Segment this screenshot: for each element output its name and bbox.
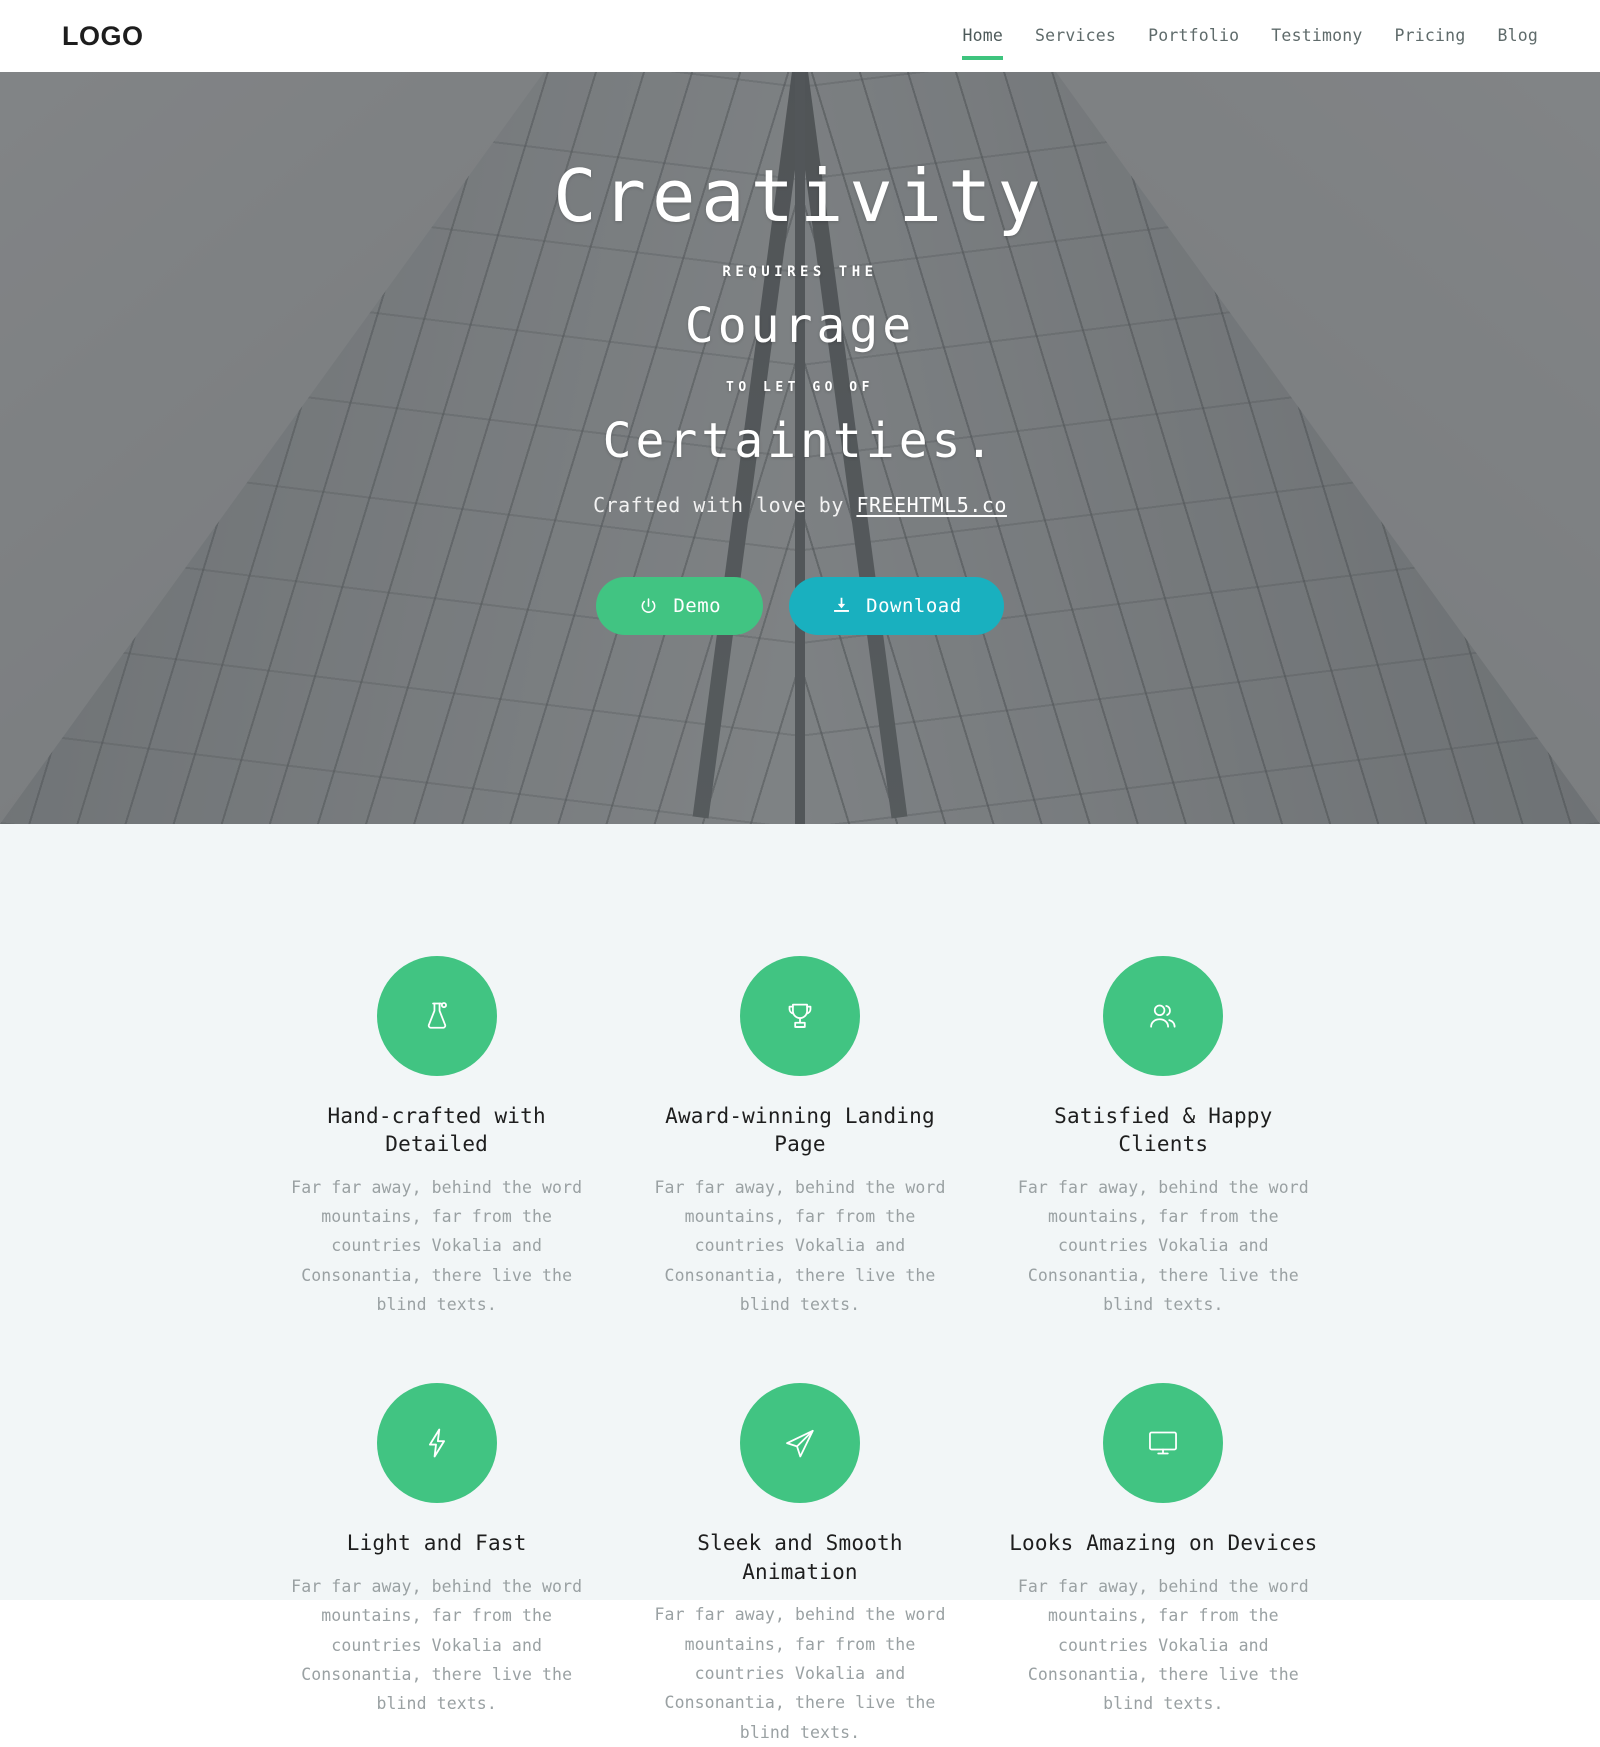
main-navigation: Home Services Portfolio Testimony Pricin… (946, 4, 1538, 69)
power-icon (638, 596, 659, 617)
feature-title: Light and Fast (346, 1531, 527, 1556)
feature-card: Light and Fast Far far away, behind the … (255, 1383, 618, 1746)
hero-headline-tertiary: Certainties. (602, 413, 998, 469)
site-header: LOGO Home Services Portfolio Testimony P… (0, 0, 1600, 72)
demo-button-label: Demo (673, 595, 722, 617)
hero-credit-link[interactable]: FREEHTML5.co (856, 493, 1007, 517)
feature-icon-circle (376, 956, 497, 1076)
feature-title: Sleek and Smooth Animation (697, 1531, 903, 1584)
feature-card: Sleek and Smooth Animation Far far away,… (618, 1383, 981, 1746)
nav-item-portfolio[interactable]: Portfolio (1132, 4, 1255, 69)
hero-cta-group: Demo Download (596, 577, 1004, 635)
feature-icon-circle (739, 956, 860, 1076)
feature-card: Award-winning Landing Page Far far away,… (618, 956, 981, 1319)
feature-text: Far far away, behind the word mountains,… (291, 1177, 583, 1315)
feature-title: Award-winning Landing Page (665, 1104, 935, 1157)
demo-button[interactable]: Demo (596, 577, 764, 635)
feature-icon-circle (376, 1383, 497, 1504)
feature-title: Looks Amazing on Devices (1009, 1531, 1318, 1556)
hero-headline-secondary: Courage (684, 298, 916, 354)
feature-icon-circle (1103, 956, 1224, 1076)
hero-content: Creativity REQUIRES THE Courage TO LET G… (0, 72, 1600, 824)
hero-subline-two: TO LET GO OF (726, 380, 874, 395)
nav-item-home[interactable]: Home (946, 4, 1019, 69)
feature-card: Satisfied & Happy Clients Far far away, … (982, 956, 1345, 1319)
nav-item-testimony[interactable]: Testimony (1255, 4, 1378, 69)
users-icon (1146, 999, 1180, 1033)
feature-text: Far far away, behind the word mountains,… (291, 1576, 583, 1714)
hero-subline-one: REQUIRES THE (722, 264, 878, 280)
feature-text: Far far away, behind the word mountains,… (1017, 1576, 1309, 1714)
feature-card: Looks Amazing on Devices Far far away, b… (982, 1383, 1345, 1746)
feature-text: Far far away, behind the word mountains,… (1017, 1177, 1309, 1315)
hero-headline-primary: Creativity (553, 154, 1047, 238)
hero-section: Creativity REQUIRES THE Courage TO LET G… (0, 72, 1600, 824)
feature-card: Hand-crafted with Detailed Far far away,… (255, 956, 618, 1319)
feature-title: Satisfied & Happy Clients (1054, 1104, 1273, 1157)
logo[interactable]: LOGO (62, 21, 144, 52)
download-button[interactable]: Download (789, 577, 1004, 635)
download-button-label: Download (866, 595, 962, 617)
feature-icon-circle (739, 1383, 860, 1504)
feature-text: Far far away, behind the word mountains,… (654, 1177, 946, 1315)
monitor-icon (1146, 1426, 1180, 1460)
bolt-icon (420, 1426, 454, 1460)
hero-credit: Crafted with love by FREEHTML5.co (593, 493, 1007, 517)
features-section: Hand-crafted with Detailed Far far away,… (0, 824, 1600, 1742)
beaker-icon (420, 999, 454, 1033)
nav-item-blog[interactable]: Blog (1481, 4, 1538, 69)
feature-icon-circle (1103, 1383, 1224, 1504)
feature-text: Far far away, behind the word mountains,… (654, 1605, 946, 1742)
paper-plane-icon (783, 1426, 817, 1460)
feature-title: Hand-crafted with Detailed (327, 1104, 546, 1157)
features-grid: Hand-crafted with Detailed Far far away,… (255, 956, 1345, 1747)
trophy-icon (783, 999, 817, 1033)
hero-credit-text: Crafted with love by (593, 493, 857, 517)
nav-item-services[interactable]: Services (1019, 4, 1132, 69)
download-icon (831, 596, 852, 617)
nav-item-pricing[interactable]: Pricing (1379, 4, 1482, 69)
